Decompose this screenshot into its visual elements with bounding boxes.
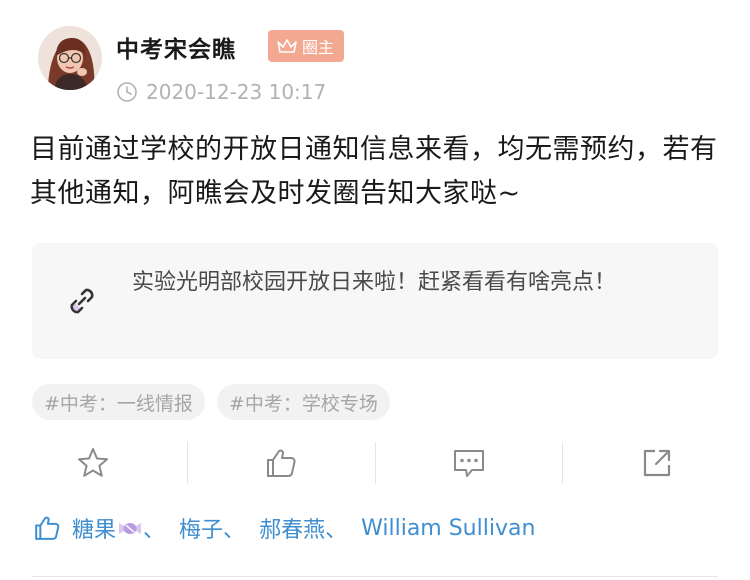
action-bar (0, 436, 750, 490)
name-separator: 、 (143, 518, 166, 543)
link-icon (70, 288, 94, 314)
author-name[interactable]: 中考宋会瞧 (116, 30, 236, 64)
liker-name[interactable]: 糖果 (72, 512, 116, 544)
liker-names: 糖果 、 梅子 、 郝春燕 、 William Sullivan (72, 512, 535, 544)
liker-name[interactable]: 梅子 (179, 512, 223, 544)
post-content: 目前通过学校的开放日通知信息来看，均无需预约，若有其他通知，阿瞧会及时发圈告知大… (30, 134, 718, 209)
avatar-illustration (38, 26, 102, 90)
circle-owner-badge: 圈主 (268, 30, 345, 62)
name-separator: 、 (325, 518, 348, 543)
name-separator: 、 (223, 518, 246, 543)
comment-button[interactable] (376, 436, 563, 490)
bottom-divider (32, 576, 718, 577)
liker-name[interactable]: William Sullivan (361, 516, 535, 541)
comment-icon (453, 450, 484, 477)
link-card-title: 实验光明部校园开放日来啦！赶紧看看有啥亮点！ (132, 270, 617, 295)
like-button[interactable] (188, 436, 375, 490)
badge-label: 圈主 (302, 38, 335, 57)
liker-name[interactable]: 郝春燕 (259, 512, 325, 544)
post-header: 中考宋会瞧 圈主 2020-12-23 10:17 (30, 22, 720, 112)
link-card[interactable]: 实验光明部校园开放日来啦！赶紧看看有啥亮点！ (32, 243, 718, 359)
clock-icon (117, 82, 137, 102)
candy-emoji-icon (119, 523, 142, 534)
crown-icon (277, 39, 297, 53)
topic-tag[interactable]: #中考：学校专场 (216, 384, 390, 420)
thumbs-up-icon (267, 449, 296, 477)
share-button[interactable] (563, 436, 750, 490)
avatar[interactable] (38, 26, 102, 90)
timestamp: 2020-12-23 10:17 (146, 80, 327, 104)
share-icon (643, 449, 670, 477)
topic-tag[interactable]: #中考：一线情报 (32, 384, 205, 420)
star-icon (78, 448, 109, 477)
timestamp-row: 2020-12-23 10:17 (116, 80, 326, 104)
topic-tags: #中考：一线情报 #中考：学校专场 (32, 384, 390, 420)
thumbs-up-icon (35, 516, 60, 540)
likes-row: 糖果 、 梅子 、 郝春燕 、 William Sullivan (32, 512, 535, 544)
favorite-button[interactable] (0, 436, 187, 490)
